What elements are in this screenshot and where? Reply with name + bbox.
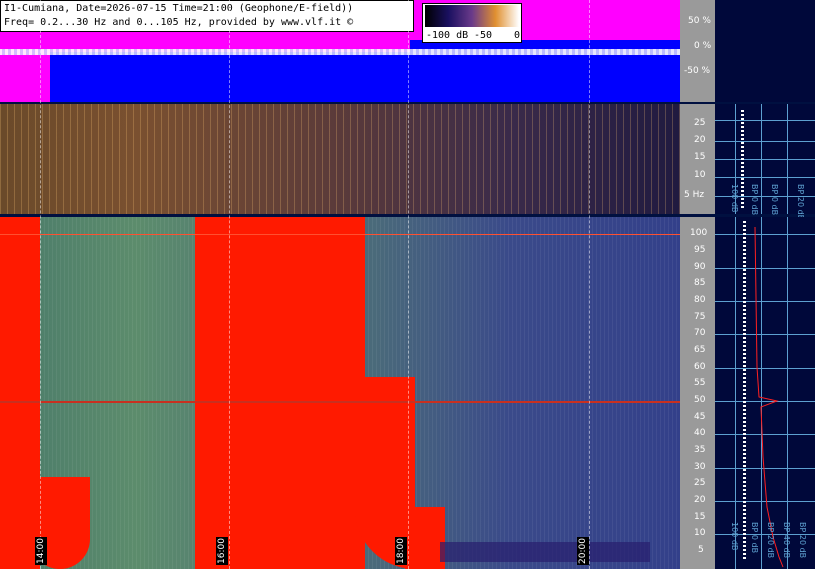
spec-tick-55: 55 — [694, 378, 706, 388]
time-gridline-2000 — [589, 0, 591, 569]
right-spec-label-1: 100 dB — [730, 522, 739, 551]
time-label-1800: 18:00 — [395, 537, 407, 565]
right-spec-profile: 100 dB BP 0 dB BP 20 dB BP 40 dB BP 20 d… — [715, 217, 815, 569]
low-freq-spectrogram — [0, 104, 680, 214]
spec-tick-40: 40 — [694, 428, 706, 438]
right-mid-grid-3 — [715, 159, 815, 160]
top-tick-0: 50 % — [688, 16, 711, 26]
spec-tick-45: 45 — [694, 412, 706, 422]
right-mid-label-1: 100 dB — [730, 184, 739, 213]
spec-tick-30: 30 — [694, 462, 706, 472]
time-gridline-1800 — [408, 0, 410, 569]
mid-axis: 25 20 15 10 5 Hz — [680, 104, 715, 214]
right-mid-vgrid-2 — [761, 104, 762, 214]
spec-tick-5: 5 — [698, 545, 704, 555]
spec-tick-25: 25 — [694, 478, 706, 488]
colorbar-gradient — [425, 5, 519, 27]
right-mid-vgrid-3 — [787, 104, 788, 214]
mid-tick-1: 20 — [694, 135, 706, 145]
right-mid-label-3: BP 0 dB — [770, 184, 779, 216]
spec-tick-15: 15 — [694, 512, 706, 522]
mid-tick-3: 10 — [694, 170, 706, 180]
spec-tick-50: 50 — [694, 395, 706, 405]
right-spec-label-2: BP 0 dB — [750, 522, 759, 554]
spec-tick-20: 20 — [694, 495, 706, 505]
right-mid-profile: 100 dB BP 0 dB BP 0 dB BP 20 dB — [715, 104, 815, 220]
header-line-1: I1-Cumiana, Date=2026-07-15 Time=21:00 (… — [4, 3, 354, 14]
header-line-2: Freq= 0.2...30 Hz and 0...105 Hz, provid… — [4, 17, 354, 28]
low-band-dark — [440, 542, 650, 562]
time-label-2000: 20:00 — [577, 537, 589, 565]
spectrogram-red-center — [195, 217, 365, 569]
top-tick-2: -50 % — [684, 66, 711, 76]
right-mid-grid-1 — [715, 120, 815, 121]
top-tick-1: 0 % — [694, 41, 712, 51]
right-spec-label-4: BP 40 dB — [782, 522, 791, 559]
time-gridline-1400 — [40, 0, 42, 569]
main-spectrogram — [0, 217, 680, 569]
time-label-1400: 14:00 — [35, 537, 47, 565]
spec-tick-65: 65 — [694, 345, 706, 355]
right-mid-label-4: BP 20 dB — [796, 184, 805, 221]
mid-tick-2: 15 — [694, 152, 706, 162]
spec-tick-80: 80 — [694, 295, 706, 305]
line-100hz — [0, 234, 680, 235]
spec-tick-60: 60 — [694, 362, 706, 372]
spec-tick-35: 35 — [694, 445, 706, 455]
right-top-panel — [715, 0, 815, 102]
amplitude-signal-trace — [0, 49, 680, 55]
right-mid-label-2: BP 0 dB — [750, 184, 759, 216]
time-label-1600: 16:00 — [216, 537, 228, 565]
top-axis: 50 % 0 % -50 % — [680, 0, 715, 102]
right-spec-label-3: BP 20 dB — [766, 522, 775, 559]
mid-tick-4: 5 Hz — [684, 190, 705, 200]
spec-tick-85: 85 — [694, 278, 706, 288]
right-mid-grid-4 — [715, 177, 815, 178]
spec-tick-100: 100 — [690, 228, 708, 238]
time-gridline-1600 — [229, 0, 231, 569]
spec-tick-75: 75 — [694, 312, 706, 322]
colorbar-mid-label: -50 — [474, 30, 493, 41]
colorbar-max-label: 0 — [514, 30, 521, 41]
title-header: I1-Cumiana, Date=2026-07-15 Time=21:00 (… — [0, 0, 414, 32]
right-spec-label-5: BP 20 dB — [798, 522, 807, 559]
spec-tick-90: 90 — [694, 262, 706, 272]
mid-tick-0: 25 — [694, 118, 706, 128]
spec-tick-95: 95 — [694, 245, 706, 255]
right-spec-red-curve — [754, 226, 784, 568]
spec-axis: 100 95 90 85 80 75 70 65 60 55 50 45 40 … — [680, 217, 715, 569]
right-mid-grid-2 — [715, 141, 815, 142]
line-50hz — [0, 401, 680, 403]
right-mid-trace — [741, 110, 744, 210]
spec-tick-10: 10 — [694, 528, 706, 538]
colorbar-min-label: -100 dB — [426, 30, 469, 41]
spec-tick-70: 70 — [694, 328, 706, 338]
spectrogram-red-bottom — [405, 507, 445, 569]
